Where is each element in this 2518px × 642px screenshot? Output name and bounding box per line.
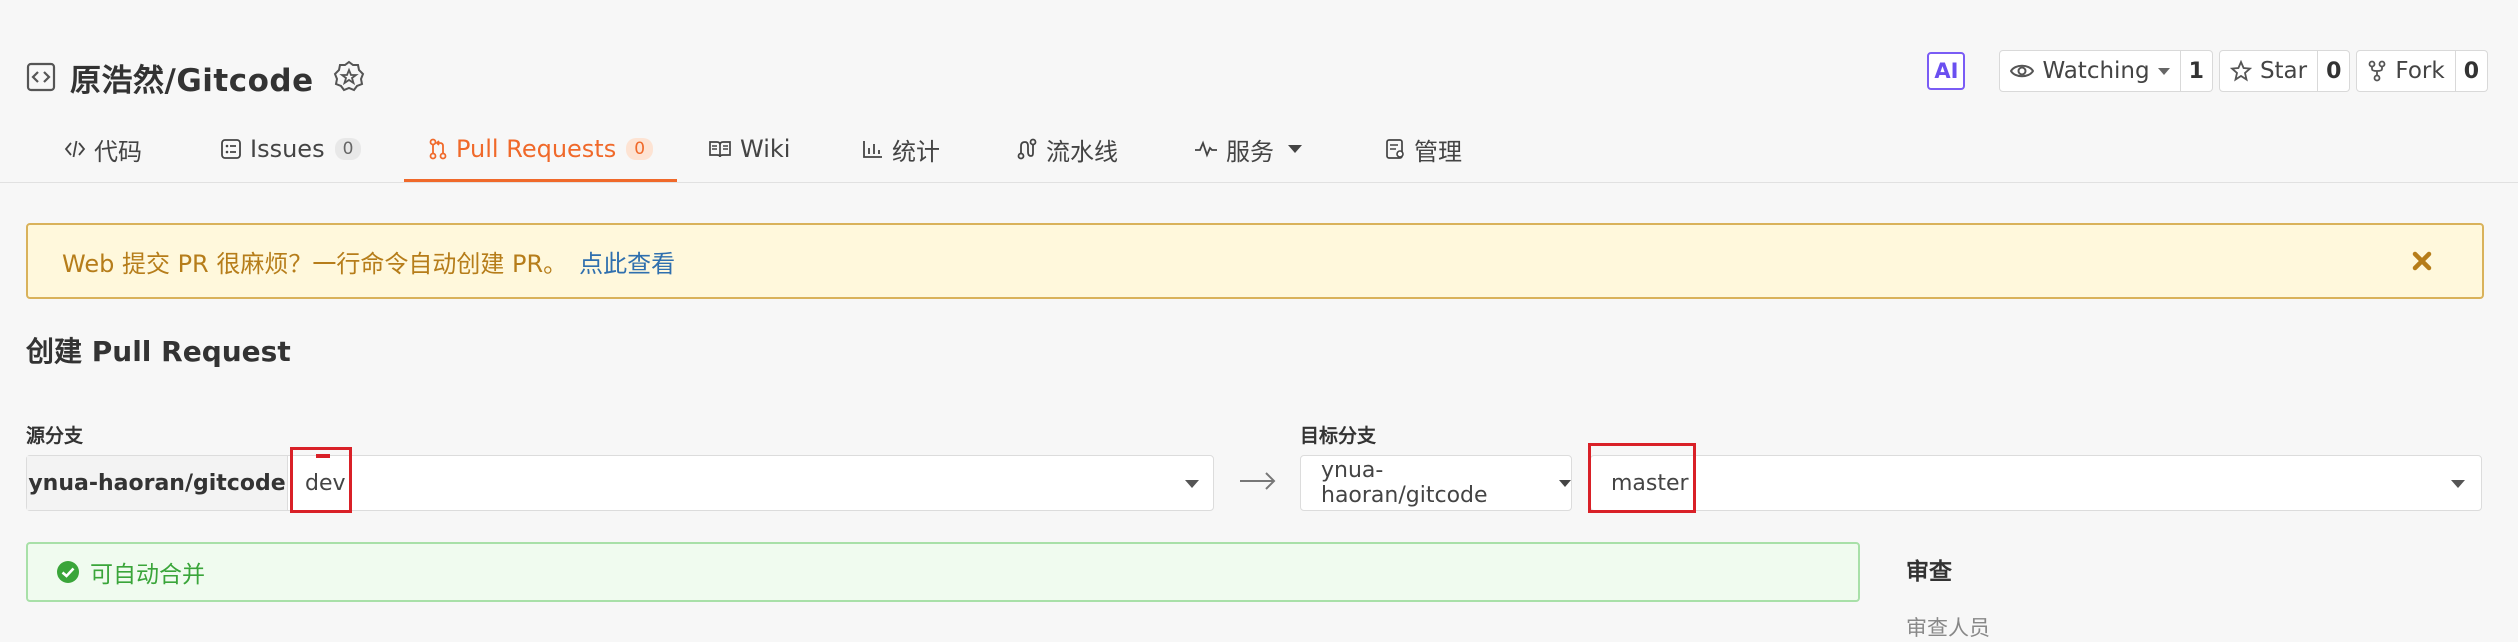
badge-icon[interactable] (332, 60, 366, 94)
notice-link[interactable]: 点此查看 (579, 244, 675, 279)
repo-title[interactable]: 原浩然/Gitcode (70, 55, 314, 100)
fork-label: Fork (2395, 58, 2445, 84)
target-repo: ynua-haoran/gitcode (1321, 458, 1488, 508)
tab-pull-requests[interactable]: Pull Requests 0 (403, 118, 678, 182)
tab-label: 管理 (1414, 137, 1462, 166)
target-repo-select[interactable]: ynua-haoran/gitcode (1300, 455, 1572, 511)
issues-icon (220, 138, 242, 160)
fork-icon (2367, 60, 2387, 82)
repo-actions: AI Watching 1 Star 0 Fork 0 (1927, 50, 2488, 92)
settings-doc-icon (1384, 138, 1406, 160)
highlight-box-target-branch (1588, 443, 1696, 513)
notice-text: Web 提交 PR 很麻烦？一行命令自动创建 PR。 (62, 249, 568, 278)
eye-icon (2010, 62, 2035, 80)
tab-label: Issues (250, 135, 325, 163)
source-branch-label: 源分支 (26, 425, 84, 447)
repo-header: 原浩然/Gitcode (26, 54, 366, 100)
pr-count-badge: 0 (626, 138, 654, 160)
close-icon[interactable] (2408, 247, 2436, 275)
watch-button[interactable]: Watching (1999, 50, 2181, 92)
watch-control: Watching 1 (1999, 50, 2213, 92)
tab-label: 统计 (892, 137, 940, 166)
tab-issues[interactable]: Issues 0 (220, 118, 362, 180)
star-label: Star (2259, 58, 2308, 84)
pipeline-icon (1016, 138, 1038, 160)
code-icon (64, 139, 86, 159)
book-icon (708, 139, 732, 159)
tab-label: 流水线 (1046, 137, 1118, 166)
chevron-down-icon[interactable] (1185, 480, 1199, 488)
merge-status-banner: 可自动合并 (26, 542, 1860, 602)
fork-control: Fork 0 (2356, 50, 2488, 92)
tab-wiki[interactable]: Wiki (708, 118, 790, 180)
pull-request-icon (428, 138, 448, 160)
pulse-icon (1194, 139, 1218, 159)
tab-pipeline[interactable]: 流水线 (1016, 118, 1118, 180)
star-button[interactable]: Star (2218, 50, 2319, 92)
fork-button[interactable]: Fork (2356, 50, 2456, 92)
chevron-down-icon (2157, 67, 2170, 75)
target-branch-select[interactable]: master (1590, 455, 2482, 511)
chevron-down-icon (1559, 479, 1571, 487)
arrow-right-icon (1238, 466, 1278, 496)
highlight-mark (316, 454, 330, 458)
star-control: Star 0 (2218, 50, 2351, 92)
star-icon (2229, 60, 2252, 82)
repo-tabs: 代码 Issues 0 Pull Requests 0 Wiki 统计 流水线 (0, 118, 2518, 183)
tab-stats[interactable]: 统计 (862, 118, 940, 180)
tab-label: Wiki (740, 135, 791, 163)
ai-button[interactable]: AI (1927, 52, 1966, 90)
tab-code[interactable]: 代码 (64, 118, 142, 180)
cli-notice-banner: Web 提交 PR 很麻烦？一行命令自动创建 PR。 点此查看 (26, 223, 2484, 299)
review-section-title: 审查 (1906, 559, 1952, 585)
tab-manage[interactable]: 管理 (1384, 118, 1462, 180)
issues-count-badge: 0 (334, 138, 362, 160)
star-count[interactable]: 0 (2318, 50, 2351, 92)
tab-services[interactable]: 服务 (1194, 118, 1302, 180)
chevron-down-icon (1288, 145, 1302, 153)
tab-label: 服务 (1226, 137, 1274, 166)
target-branch-label: 目标分支 (1300, 425, 1377, 447)
tab-label: 代码 (94, 137, 142, 166)
chevron-down-icon[interactable] (2451, 480, 2465, 488)
source-branch-select[interactable]: ynua-haoran/gitcode dev (26, 455, 1214, 511)
merge-status-text: 可自动合并 (90, 562, 205, 588)
watch-count[interactable]: 1 (2180, 50, 2213, 92)
page-title: 创建 Pull Request (26, 335, 291, 368)
tab-label: Pull Requests (456, 135, 617, 163)
watch-label: Watching (2042, 58, 2150, 84)
repo-code-icon (26, 62, 56, 92)
fork-count[interactable]: 0 (2455, 50, 2488, 92)
check-circle-icon (56, 560, 80, 584)
source-repo[interactable]: ynua-haoran/gitcode (27, 456, 288, 510)
bar-chart-icon (862, 139, 884, 159)
reviewer-label: 审查人员 (1906, 616, 1990, 640)
